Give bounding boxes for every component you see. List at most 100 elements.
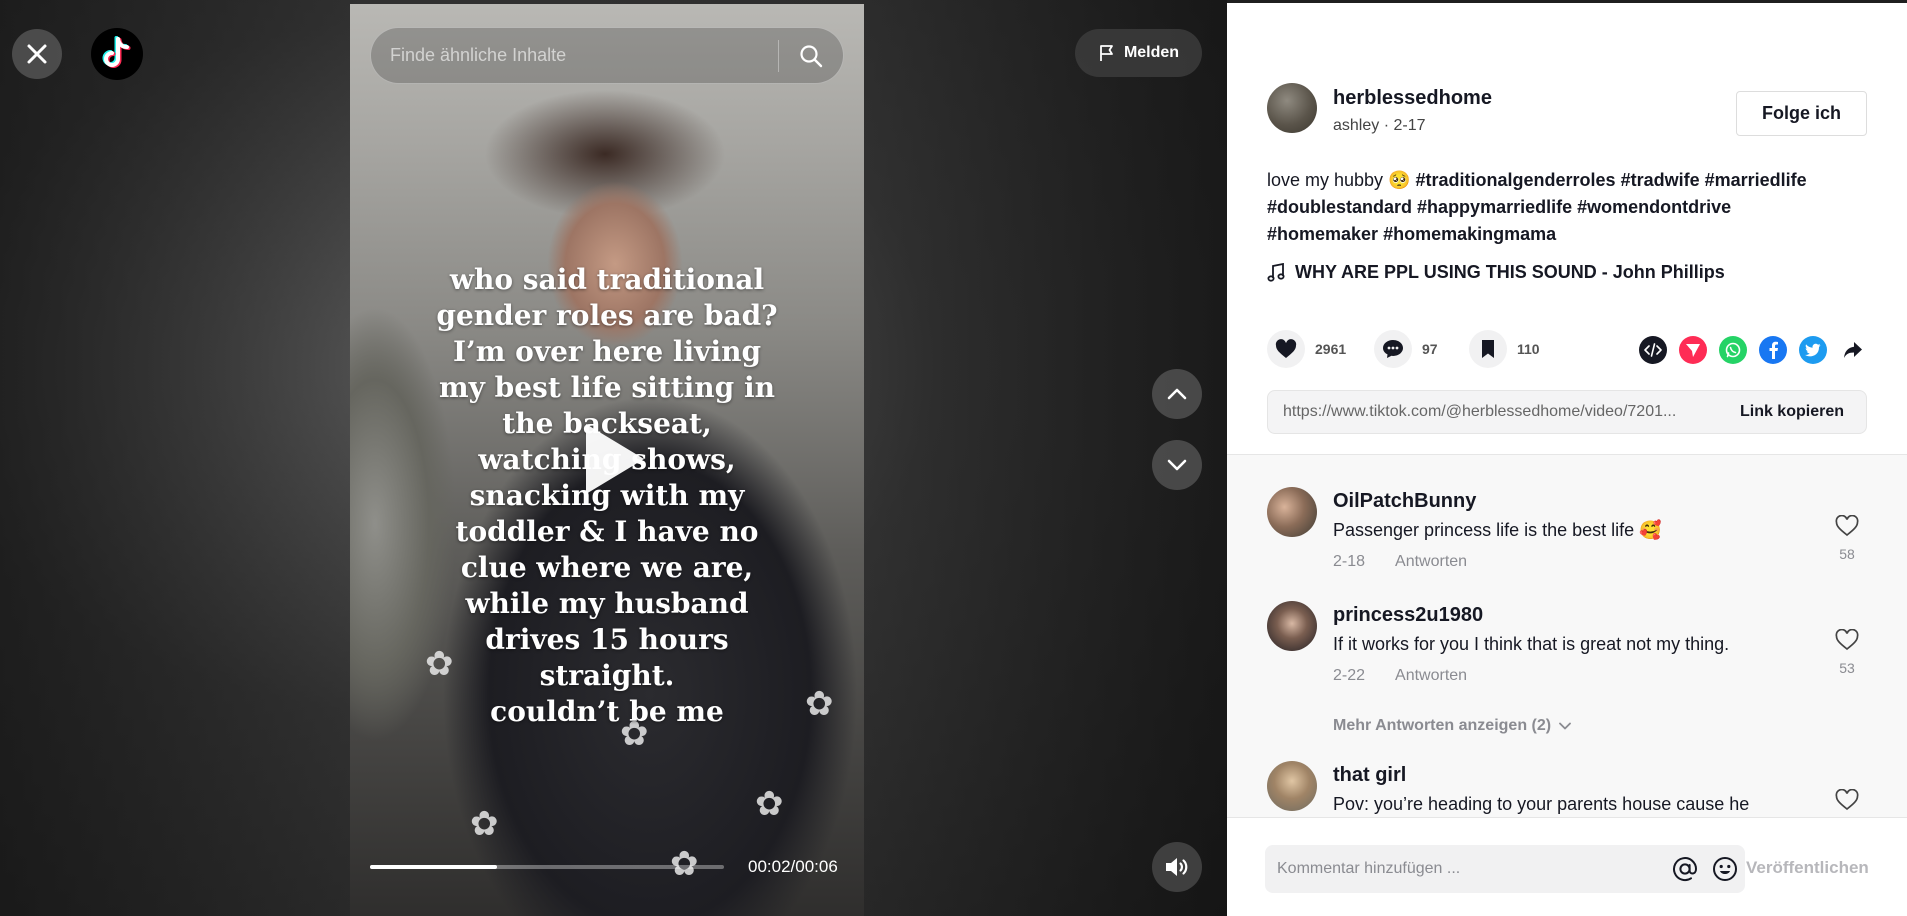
author-header: herblessedhome ashley · 2-17 Folge ich [1267,83,1867,143]
caption-line: toddler & I have no [455,515,759,548]
report-label: Melden [1123,44,1180,61]
share-icons [1639,336,1867,364]
facebook-icon [1769,341,1778,359]
hashtag-link[interactable]: #homemakingmama [1383,224,1556,244]
chevron-down-icon [1167,459,1187,471]
whatsapp-share-button[interactable] [1719,336,1747,364]
action-bar: 2961 97 110 [1267,330,1867,370]
follow-button[interactable]: Folge ich [1736,91,1867,136]
comment-username[interactable]: OilPatchBunny [1333,490,1476,513]
video-stage: ✿ ✿ ✿ ✿ ✿ ✿ who said traditional gender … [0,0,1227,916]
comment-avatar[interactable] [1267,487,1317,537]
caption-line: couldn’t be me [490,695,724,728]
comment-date: 2-18 [1333,553,1366,570]
comment-item: princess2u1980 If it works for you I thi… [1267,601,1867,691]
comment-list[interactable]: OilPatchBunny Passenger princess life is… [1227,454,1907,817]
hashtag-link[interactable]: #homemaker [1267,224,1378,244]
comment-like-button[interactable]: 53 [1832,628,1862,676]
like-count: 2961 [1315,341,1347,357]
tiktok-logo-icon [102,36,131,68]
video-link-url[interactable]: https://www.tiktok.com/@herblessedhome/v… [1268,403,1718,421]
comment-composer: Veröffentlichen [1227,817,1907,916]
comment-text: If it works for you I think that is grea… [1333,634,1730,654]
video-link-box: https://www.tiktok.com/@herblessedhome/v… [1267,390,1867,434]
comment-text: Pov: you’re heading to your parents hous… [1333,794,1750,814]
more-replies-label: Mehr Antworten anzeigen (2) [1333,717,1552,734]
next-video-button[interactable] [1152,440,1202,490]
save-button[interactable]: 110 [1469,330,1540,368]
comment-avatar[interactable] [1267,761,1317,811]
emoji-button[interactable] [1705,849,1745,889]
comment-avatar[interactable] [1267,601,1317,651]
embed-code-icon [1644,343,1662,357]
publish-button[interactable]: Veröffentlichen [1746,858,1869,878]
music-note-icon [1267,262,1285,282]
volume-button[interactable] [1152,842,1202,892]
comment-count: 97 [1422,341,1438,357]
search-bar [370,27,844,84]
hashtag-link[interactable]: #doublestandard [1267,197,1412,217]
embed-button[interactable] [1639,336,1667,364]
video-time: 00:02/00:06 [748,857,838,876]
comment-icon [1383,340,1403,358]
comment-button[interactable]: 97 [1374,330,1438,368]
comment-date: 2-22 [1333,667,1366,684]
mention-button[interactable] [1665,849,1705,889]
hashtag-link[interactable]: #traditionalgenderroles [1416,170,1616,190]
previous-video-button[interactable] [1152,369,1202,419]
play-icon[interactable] [580,420,648,498]
chevron-up-icon [1167,388,1187,400]
heart-outline-icon [1835,788,1859,811]
comment-like-button[interactable]: 58 [1832,514,1862,562]
search-button[interactable] [779,28,843,83]
author-meta: ashley · 2-17 [1333,117,1426,134]
music-link[interactable]: WHY ARE PPL USING THIS SOUND - John Phil… [1267,262,1725,283]
reply-button[interactable]: Antworten [1395,553,1467,571]
emoji-icon [1713,857,1737,881]
caption-line: I’m over here living [452,335,762,368]
author-username[interactable]: herblessedhome [1333,87,1492,110]
copy-link-button[interactable]: Link kopieren [1718,403,1866,421]
heart-outline-icon [1835,628,1859,651]
reply-button[interactable]: Antworten [1395,667,1467,685]
hashtag-link[interactable]: #womendontdrive [1577,197,1731,217]
save-count: 110 [1517,341,1540,357]
report-button[interactable]: Melden [1075,29,1202,77]
comment-input[interactable] [1265,860,1665,878]
caption-line: while my husband [465,587,749,620]
send-to-friends-button[interactable] [1679,336,1707,364]
bookmark-icon [1482,340,1494,358]
comment-like-count: 53 [1839,660,1855,676]
comment-item: OilPatchBunny Passenger princess life is… [1267,487,1867,577]
comment-username[interactable]: princess2u1980 [1333,604,1483,627]
author-avatar[interactable] [1267,83,1317,133]
comment-text: Passenger princess life is the best life… [1333,520,1662,540]
caption-line: who said traditional [449,263,765,296]
comment-username[interactable]: that girl [1333,764,1406,787]
caption-line: my best life sitting in [439,371,775,404]
facebook-share-button[interactable] [1759,336,1787,364]
paper-plane-icon [1686,344,1700,357]
like-button[interactable]: 2961 [1267,330,1346,368]
comment-meta: 2-22 Antworten [1333,667,1467,685]
comment-input-wrapper [1265,845,1745,893]
hashtag-link[interactable]: #happymarriedlife [1417,197,1572,217]
comment-like-button[interactable] [1832,788,1862,816]
volume-icon [1166,858,1188,876]
more-replies-button[interactable]: Mehr Antworten anzeigen (2) [1333,717,1571,735]
hashtag-link[interactable]: #tradwife [1621,170,1700,190]
hashtag-link[interactable]: #marriedlife [1705,170,1807,190]
close-button[interactable] [12,29,62,79]
video-progress-bar[interactable] [370,865,724,869]
comment-like-count: 58 [1839,546,1855,562]
caption-line: drives 15 hours [485,623,729,656]
heart-outline-icon [1835,514,1859,537]
search-icon [800,44,823,67]
more-share-button[interactable] [1839,336,1867,364]
twitter-share-button[interactable] [1799,336,1827,364]
post-panel: herblessedhome ashley · 2-17 Folge ich l… [1227,0,1907,916]
tiktok-logo[interactable] [91,28,143,80]
video-progress-fill [370,865,498,869]
search-input[interactable] [371,45,778,66]
caption-line: clue where we are, [460,551,754,584]
